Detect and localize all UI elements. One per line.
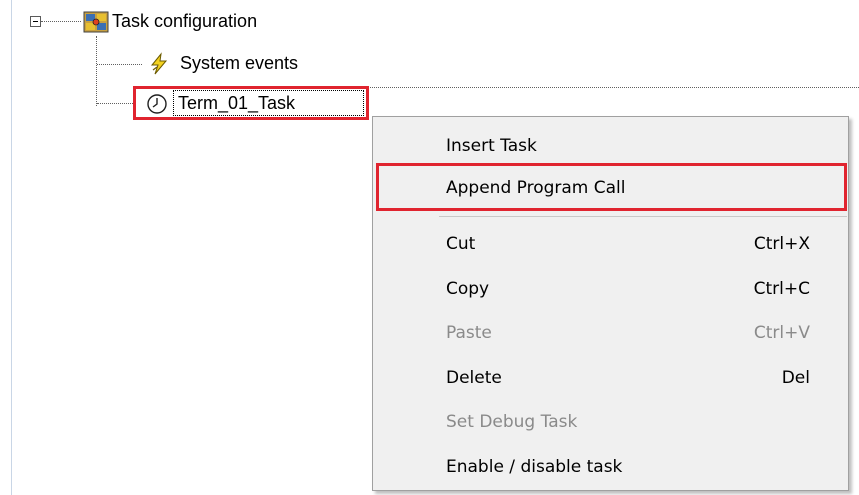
tree-item-task-configuration-label[interactable]: Task configuration — [112, 10, 257, 32]
menu-item-label: Enable / disable task — [446, 457, 623, 477]
tree-connector — [97, 64, 142, 65]
menu-item-cut[interactable]: Cut Ctrl+X — [373, 227, 848, 261]
menu-item-label: Cut — [446, 234, 476, 254]
menu-item-shortcut: Ctrl+X — [753, 234, 810, 254]
collapse-toggle[interactable] — [30, 16, 41, 27]
menu-item-insert-task[interactable]: Insert Task — [373, 129, 848, 163]
menu-item-highlight-box — [376, 163, 847, 211]
menu-item-label: Paste — [446, 323, 492, 343]
tree-item-system-events-label[interactable]: System events — [180, 52, 298, 74]
tree-connector — [96, 36, 97, 106]
task-config-icon — [83, 10, 109, 34]
tree-connector — [97, 103, 135, 104]
menu-item-enable-disable-task[interactable]: Enable / disable task — [373, 450, 848, 484]
menu-item-set-debug-task[interactable]: Set Debug Task — [373, 405, 848, 439]
selected-item-highlight — [133, 86, 369, 120]
menu-separator — [439, 216, 847, 217]
menu-item-delete[interactable]: Delete Del — [373, 361, 848, 395]
menu-item-shortcut: Ctrl+C — [753, 279, 810, 299]
menu-item-shortcut: Del — [781, 368, 810, 388]
menu-item-paste[interactable]: Paste Ctrl+V — [373, 316, 848, 350]
tree-row-guide — [345, 87, 859, 88]
menu-item-label: Set Debug Task — [446, 412, 578, 432]
menu-item-label: Delete — [446, 368, 502, 388]
menu-item-copy[interactable]: Copy Ctrl+C — [373, 272, 848, 306]
tree-connector — [41, 21, 81, 22]
menu-item-label: Insert Task — [446, 136, 537, 156]
menu-item-label: Copy — [446, 279, 490, 299]
menu-item-shortcut: Ctrl+V — [753, 323, 810, 343]
lightning-icon — [147, 52, 171, 76]
